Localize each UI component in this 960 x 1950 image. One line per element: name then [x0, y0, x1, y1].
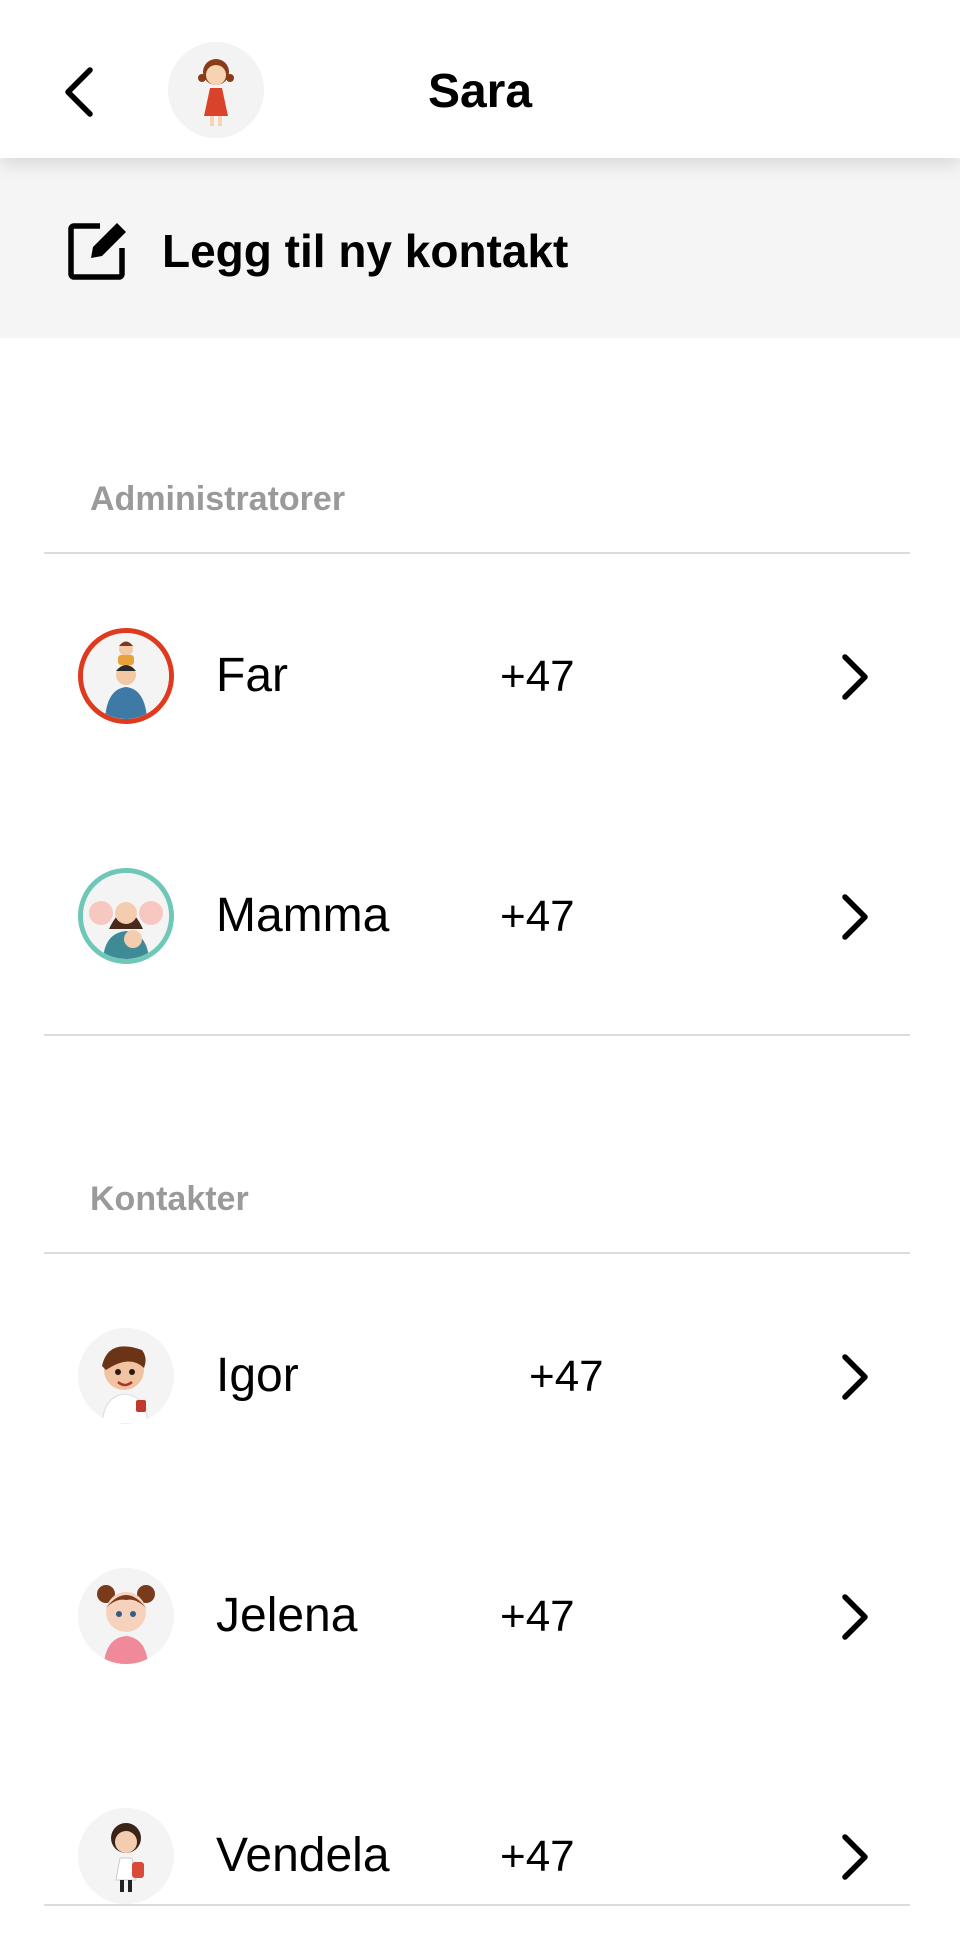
contact-name: Mamma: [216, 889, 390, 942]
app-header: Sara: [0, 0, 960, 158]
girl-pigtails-avatar: [78, 1568, 174, 1664]
page-title: Sara: [427, 65, 533, 118]
divider: [44, 1904, 910, 1906]
avatar-igor: [78, 1328, 174, 1424]
chevron-right-icon: [842, 894, 868, 940]
contact-row-igor[interactable]: Igor +47: [44, 1280, 910, 1470]
contact-name: Igor: [216, 1349, 299, 1402]
chevron-right-icon: [842, 1354, 868, 1400]
contact-phone: +47: [500, 1592, 575, 1641]
section-title-admins: Administratorer: [90, 480, 346, 518]
contact-row-jelena[interactable]: Jelena +47: [44, 1520, 910, 1710]
avatar-mamma: [78, 868, 174, 964]
divider: [44, 1252, 910, 1254]
avatar-vendela: [78, 1808, 174, 1904]
girl-avatar-image: [168, 42, 264, 138]
contact-phone: +47: [529, 1352, 604, 1401]
contact-row-mamma[interactable]: Mamma +47: [44, 820, 910, 1010]
contact-phone: +47: [500, 1832, 575, 1881]
chevron-right-icon: [842, 1834, 868, 1880]
contact-name: Vendela: [216, 1829, 390, 1882]
girl-backpack-avatar: [78, 1808, 174, 1904]
chevron-right-icon: [842, 654, 868, 700]
boy-avatar: [78, 1328, 174, 1424]
contact-row-far[interactable]: Far +47: [44, 580, 910, 770]
mother-avatar: [83, 873, 169, 959]
contact-phone: +47: [500, 652, 575, 701]
contact-row-vendela[interactable]: Vendela +47: [44, 1760, 910, 1950]
back-button[interactable]: [56, 62, 106, 122]
chevron-right-icon: [842, 1594, 868, 1640]
avatar-far: [78, 628, 174, 724]
contact-name: Jelena: [216, 1589, 358, 1642]
divider: [44, 1034, 910, 1036]
contact-phone: +47: [500, 892, 575, 941]
father-avatar: [83, 633, 169, 719]
add-contact-label[interactable]: Legg til ny kontakt: [162, 222, 568, 280]
chevron-left-icon: [65, 67, 93, 117]
contact-name: Far: [216, 649, 288, 702]
profile-avatar[interactable]: [168, 42, 264, 138]
divider: [44, 552, 910, 554]
avatar-jelena: [78, 1568, 174, 1664]
edit-square-icon[interactable]: [66, 216, 132, 282]
section-title-contacts: Kontakter: [90, 1180, 249, 1218]
